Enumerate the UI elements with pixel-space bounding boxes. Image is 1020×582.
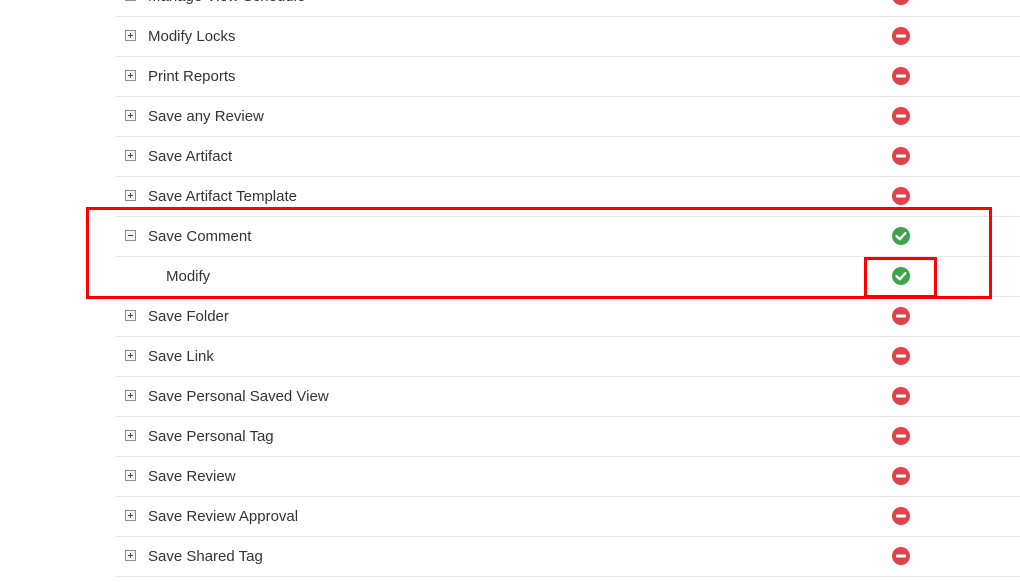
permission-label: Modify Locks — [148, 28, 236, 45]
expand-plus-icon[interactable] — [125, 510, 136, 521]
allowed-check-icon[interactable] — [892, 227, 910, 245]
expand-plus-icon[interactable] — [125, 30, 136, 41]
permission-row-save-personal-tag: Save Personal Tag — [116, 417, 1020, 457]
permission-label: Save Personal Saved View — [148, 388, 329, 405]
permission-row-save-shared-tag: Save Shared Tag — [116, 537, 1020, 577]
denied-minus-icon[interactable] — [892, 0, 910, 5]
denied-minus-icon[interactable] — [892, 547, 910, 565]
denied-minus-icon[interactable] — [892, 187, 910, 205]
expand-plus-icon[interactable] — [125, 190, 136, 201]
permission-row-save-link: Save Link — [116, 337, 1020, 377]
permission-label: Modify — [166, 268, 211, 285]
permission-row-save-comment: Save Comment — [116, 217, 1020, 257]
permission-row-save-artifact-template: Save Artifact Template — [116, 177, 1020, 217]
denied-minus-icon[interactable] — [892, 307, 910, 325]
expand-plus-icon[interactable] — [125, 470, 136, 481]
permission-label: Save Shared Tag — [148, 548, 263, 565]
expand-plus-icon[interactable] — [125, 0, 136, 1]
expand-plus-icon[interactable] — [125, 550, 136, 561]
permission-row-save-review: Save Review — [116, 457, 1020, 497]
denied-minus-icon[interactable] — [892, 107, 910, 125]
permission-label: Print Reports — [148, 68, 236, 85]
permission-row-modify-locks: Modify Locks — [116, 17, 1020, 57]
denied-minus-icon[interactable] — [892, 147, 910, 165]
permission-label: Save Review Approval — [148, 508, 299, 525]
expand-plus-icon[interactable] — [125, 430, 136, 441]
permission-label: Save Artifact — [148, 148, 233, 165]
permission-row-print-reports: Print Reports — [116, 57, 1020, 97]
permission-label: Save any Review — [148, 108, 264, 125]
expand-plus-icon[interactable] — [125, 310, 136, 321]
permission-label: Manage View Schedule — [148, 0, 305, 6]
denied-minus-icon[interactable] — [892, 387, 910, 405]
expand-plus-icon[interactable] — [125, 110, 136, 121]
permission-label: Save Artifact Template — [148, 188, 297, 205]
permission-label: Save Folder — [148, 308, 229, 325]
denied-minus-icon[interactable] — [892, 427, 910, 445]
permission-row-manage-view-schedule: Manage View Schedule — [116, 0, 1020, 17]
expand-plus-icon[interactable] — [125, 390, 136, 401]
permission-list: Manage View Schedule Modify Locks Print … — [116, 0, 1020, 577]
expand-plus-icon[interactable] — [125, 350, 136, 361]
permission-row-save-any-review: Save any Review — [116, 97, 1020, 137]
permission-label: Save Personal Tag — [148, 428, 274, 445]
denied-minus-icon[interactable] — [892, 27, 910, 45]
denied-minus-icon[interactable] — [892, 467, 910, 485]
denied-minus-icon[interactable] — [892, 67, 910, 85]
denied-minus-icon[interactable] — [892, 507, 910, 525]
allowed-check-icon[interactable] — [892, 267, 910, 285]
permission-label: Save Link — [148, 348, 214, 365]
permission-row-save-review-approval: Save Review Approval — [116, 497, 1020, 537]
permission-row-save-artifact: Save Artifact — [116, 137, 1020, 177]
permission-label: Save Review — [148, 468, 236, 485]
collapse-minus-icon[interactable] — [125, 230, 136, 241]
permission-row-modify: Modify — [116, 257, 1020, 297]
expand-plus-icon[interactable] — [125, 150, 136, 161]
expand-plus-icon[interactable] — [125, 70, 136, 81]
permission-label: Save Comment — [148, 228, 252, 245]
permission-row-save-personal-saved-view: Save Personal Saved View — [116, 377, 1020, 417]
denied-minus-icon[interactable] — [892, 347, 910, 365]
permission-row-save-folder: Save Folder — [116, 297, 1020, 337]
